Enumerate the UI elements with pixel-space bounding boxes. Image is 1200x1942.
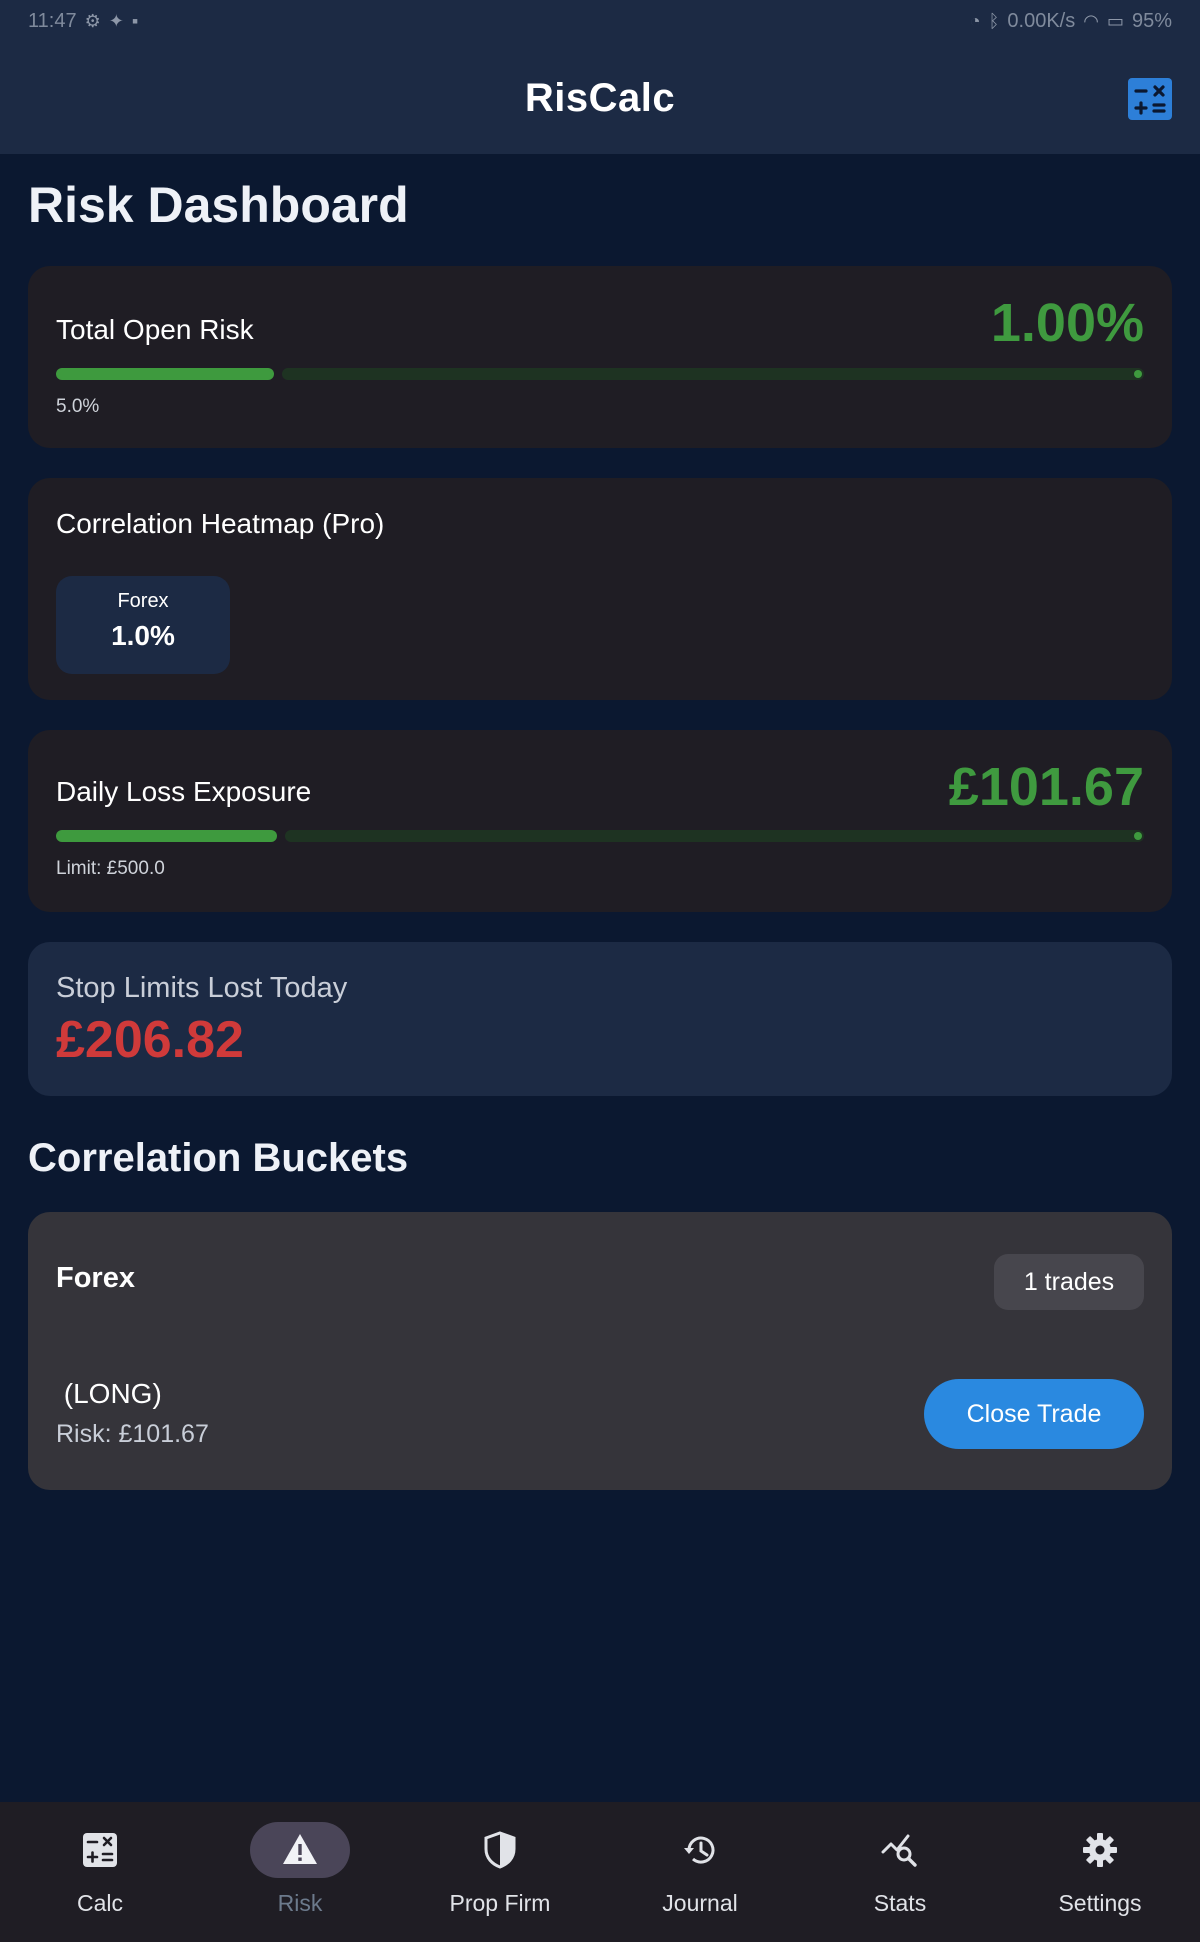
nav-item-stats[interactable]: Stats <box>800 1802 1000 1942</box>
correlation-heatmap-card: Correlation Heatmap (Pro) Forex 1.0% <box>28 478 1172 700</box>
nav-item-settings[interactable]: Settings <box>1000 1802 1200 1942</box>
settings-notification-icon: ⚙ <box>84 10 101 31</box>
chart-search-icon <box>881 1834 917 1867</box>
nav-item-risk[interactable]: Risk <box>200 1802 400 1942</box>
history-icon <box>684 1836 715 1864</box>
daily-loss-progress <box>56 830 1144 842</box>
heatmap-chip-value: 1.0% <box>111 620 175 651</box>
nav-item-prop-firm[interactable]: Prop Firm <box>400 1802 600 1942</box>
nav-icon-container <box>1050 1822 1150 1878</box>
nav-item-calc[interactable]: Calc <box>0 1802 200 1942</box>
heatmap-chip-forex[interactable]: Forex 1.0% <box>56 576 230 674</box>
message-notification-icon: ▪ <box>131 10 139 31</box>
wifi-icon: ◠ <box>1083 10 1099 31</box>
trades-count-badge: 1 trades <box>994 1254 1144 1310</box>
stop-limits-label: Stop Limits Lost Today <box>56 972 348 1004</box>
calculator-icon <box>83 1833 117 1867</box>
nav-icon-container <box>50 1822 150 1878</box>
total-open-risk-limit: 5.0% <box>56 396 100 417</box>
nav-label-stats: Stats <box>873 1890 927 1916</box>
progress-remaining <box>282 368 1144 380</box>
trade-direction: (LONG) <box>56 1378 162 1409</box>
nav-label-settings: Settings <box>1058 1890 1142 1916</box>
page-title: Risk Dashboard <box>28 177 409 233</box>
status-time: 11:47 <box>28 9 77 32</box>
heatmap-title: Correlation Heatmap (Pro) <box>56 508 385 539</box>
progress-fill <box>56 830 277 842</box>
bottom-navigation: Calc Risk Prop Firm Journal Stats Settin… <box>0 1802 1200 1942</box>
status-bar: 11:47 ⚙ ✦ ▪ ◔ ᛒ 0.00K/s ◠ ▭ 95% <box>0 0 1200 42</box>
nav-label-risk: Risk <box>277 1890 323 1916</box>
progress-fill <box>56 368 274 380</box>
nav-icon-container <box>850 1822 950 1878</box>
warning-icon <box>283 1834 317 1864</box>
nav-label-journal: Journal <box>662 1890 738 1916</box>
trade-risk: Risk: £101.67 <box>56 1420 209 1448</box>
total-open-risk-label: Total Open Risk <box>56 314 254 345</box>
bucket-card-forex: Forex 1 trades (LONG) Risk: £101.67 Clos… <box>28 1212 1172 1490</box>
nav-icon-container <box>650 1822 750 1878</box>
sparkle-notification-icon: ✦ <box>108 10 124 31</box>
bluetooth-icon: ᛒ <box>988 10 1000 31</box>
daily-loss-value: £101.67 <box>948 757 1144 817</box>
daily-loss-label: Daily Loss Exposure <box>56 776 312 807</box>
daily-loss-limit: Limit: £500.0 <box>56 858 165 879</box>
stop-limits-card: Stop Limits Lost Today £206.82 <box>28 942 1172 1096</box>
network-speed: 0.00K/s <box>1007 9 1076 32</box>
progress-end-dot <box>1134 370 1142 378</box>
correlation-buckets-title: Correlation Buckets <box>28 1136 409 1180</box>
nav-item-journal[interactable]: Journal <box>600 1802 800 1942</box>
battery-percent: 95% <box>1131 9 1172 32</box>
total-open-risk-card: Total Open Risk 1.00% 5.0% <box>28 266 1172 448</box>
battery-icon: ▭ <box>1106 10 1124 31</box>
progress-end-dot <box>1134 832 1142 840</box>
gear-icon <box>1083 1833 1117 1867</box>
app-bar: RisCalc <box>0 42 1200 154</box>
progress-remaining <box>285 830 1144 842</box>
total-open-risk-progress <box>56 368 1144 380</box>
nav-icon-container <box>450 1822 550 1878</box>
heatmap-chip-name: Forex <box>117 590 169 612</box>
daily-loss-card: Daily Loss Exposure £101.67 Limit: £500.… <box>28 730 1172 912</box>
nav-label-prop-firm: Prop Firm <box>449 1890 551 1916</box>
close-trade-button[interactable]: Close Trade <box>924 1379 1144 1449</box>
bucket-name: Forex <box>56 1262 135 1294</box>
calculator-button[interactable] <box>1128 78 1172 120</box>
app-title: RisCalc <box>524 75 676 120</box>
nav-label-calc: Calc <box>76 1890 123 1916</box>
data-saver-icon: ◔ <box>969 10 981 31</box>
total-open-risk-value: 1.00% <box>990 293 1144 353</box>
calculator-icon <box>1134 85 1166 115</box>
shield-icon <box>484 1831 516 1869</box>
stop-limits-value: £206.82 <box>56 1011 244 1069</box>
nav-icon-container <box>250 1822 350 1878</box>
